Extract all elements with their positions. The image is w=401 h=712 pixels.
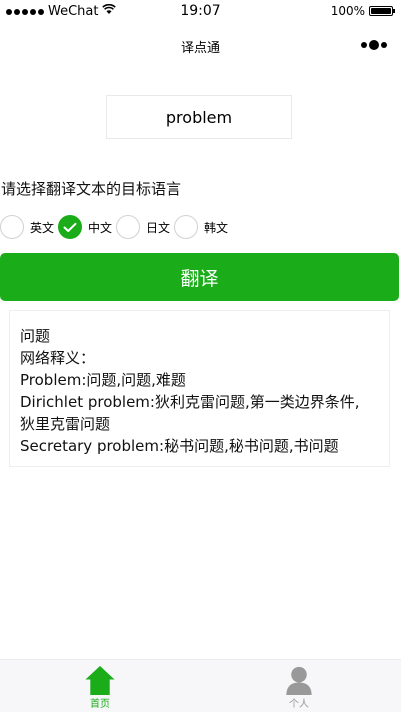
radio-label: 中文 <box>88 220 113 235</box>
word-input[interactable] <box>106 95 292 139</box>
web-definition-line: Problem:问题,问题,难题 <box>20 371 186 389</box>
status-right: 100% <box>330 4 395 18</box>
radio-label: 韩文 <box>204 220 229 235</box>
battery-percent: 100% <box>330 4 365 18</box>
check-icon <box>63 222 77 232</box>
result-main: 问题 <box>20 327 51 345</box>
translate-button[interactable]: 翻译 <box>0 253 399 301</box>
battery-icon <box>369 6 395 16</box>
status-bar: WeChat 19:07 100% <box>0 0 401 24</box>
radio-label: 英文 <box>30 220 55 235</box>
radio-circle[interactable] <box>0 215 24 239</box>
radio-option-chinese[interactable]: 中文 <box>58 215 116 239</box>
translation-result: 问题 网络释义： Problem:问题,问题,难题 Dirichlet prob… <box>9 310 390 467</box>
radio-option-japanese[interactable]: 日文 <box>116 215 174 239</box>
radio-option-korean[interactable]: 韩文 <box>174 215 232 239</box>
radio-circle-checked[interactable] <box>58 215 83 239</box>
radio-circle[interactable] <box>116 215 141 239</box>
radio-option-english[interactable]: 英文 <box>0 215 58 239</box>
tab-me[interactable]: 个人 <box>269 664 329 710</box>
web-definition-header: 网络释义： <box>20 349 96 367</box>
tab-home-label: 首页 <box>90 699 110 710</box>
radio-circle[interactable] <box>174 215 199 239</box>
tab-me-label: 个人 <box>289 699 309 710</box>
tab-home[interactable]: 首页 <box>70 664 130 710</box>
page-title: 译点通 <box>180 41 220 56</box>
web-definition-line: Secretary problem:秘书问题,秘书问题,书问题 <box>20 437 339 455</box>
tab-bar: 首页 个人 <box>0 659 401 712</box>
radio-label: 日文 <box>146 220 171 235</box>
language-radio-group: 英文 中文 日文 韩文 <box>0 213 232 241</box>
more-menu-icon[interactable] <box>361 38 387 52</box>
web-definition-line: Dirichlet problem:狄利克雷问题,第一类边界条件, <box>20 393 360 411</box>
home-icon <box>85 665 115 696</box>
screen: WeChat 19:07 100% 译点通 请选择翻译文本的目标语言 <box>0 0 401 712</box>
user-icon <box>286 666 312 696</box>
nav-bar: 译点通 <box>0 24 401 68</box>
target-language-prompt: 请选择翻译文本的目标语言 <box>1 180 182 198</box>
web-definition-line: 狄里克雷问题 <box>20 415 111 433</box>
